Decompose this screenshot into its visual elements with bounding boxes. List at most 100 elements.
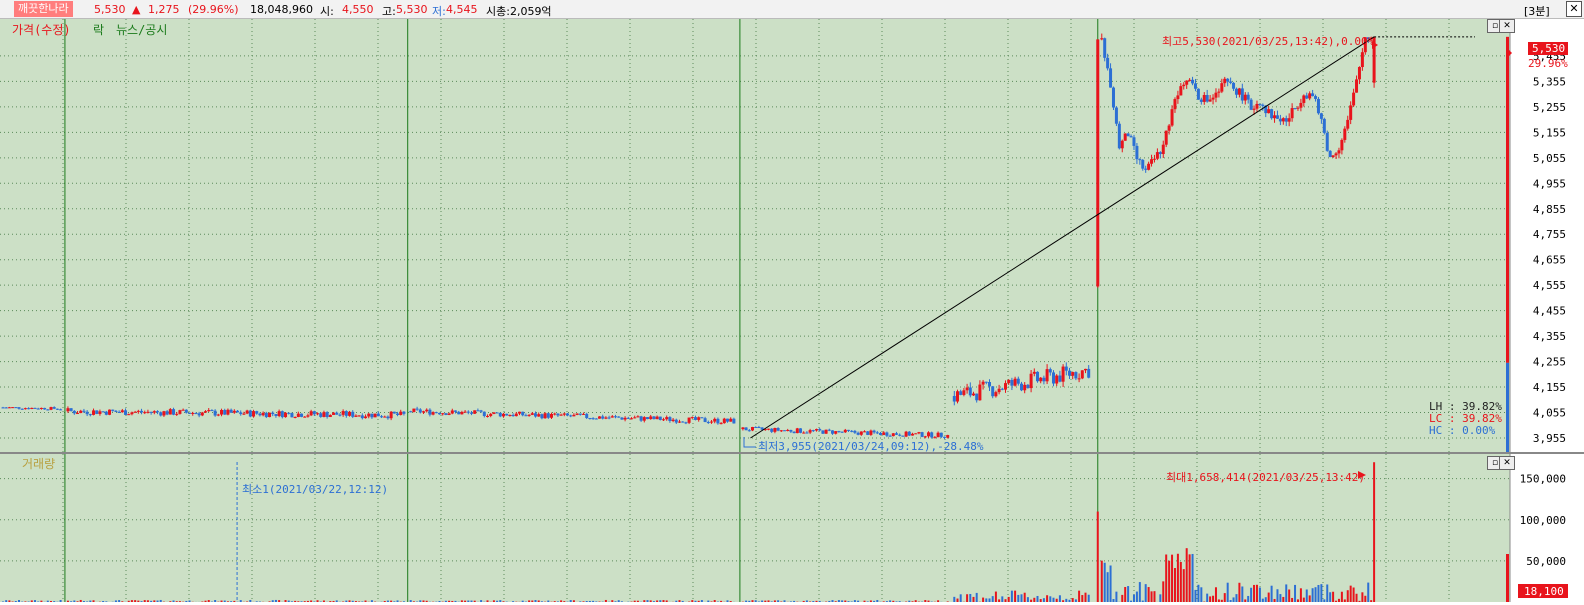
legend-news[interactable]: 뉴스/공시 bbox=[116, 23, 167, 37]
candle bbox=[1071, 372, 1074, 376]
period-selector[interactable]: [3분] bbox=[1524, 3, 1550, 19]
volume-bar bbox=[1303, 598, 1305, 602]
candle bbox=[982, 382, 985, 385]
candle bbox=[1135, 146, 1138, 159]
candle bbox=[290, 413, 293, 417]
candle bbox=[544, 413, 547, 418]
candle bbox=[56, 409, 59, 410]
volume-bar bbox=[1081, 595, 1083, 602]
candle bbox=[441, 413, 444, 414]
volume-bar bbox=[1247, 596, 1249, 602]
candle bbox=[169, 409, 172, 414]
candle bbox=[1296, 108, 1299, 109]
candle bbox=[524, 415, 527, 416]
candle bbox=[1068, 371, 1071, 376]
candle bbox=[624, 418, 627, 420]
candle bbox=[300, 414, 303, 417]
candle bbox=[850, 431, 853, 432]
candle bbox=[697, 417, 700, 420]
candle bbox=[98, 411, 101, 414]
candle bbox=[659, 417, 662, 420]
candle bbox=[905, 432, 908, 437]
candle bbox=[598, 416, 601, 418]
price-tick-label: 4,255 bbox=[1533, 356, 1566, 369]
candle bbox=[1033, 372, 1036, 374]
price-tick-label: 5,055 bbox=[1533, 152, 1566, 165]
candle bbox=[377, 414, 380, 417]
candle bbox=[79, 411, 82, 413]
candle bbox=[274, 414, 277, 416]
candle bbox=[402, 412, 405, 414]
volume-bar bbox=[1136, 592, 1138, 602]
candle bbox=[678, 422, 681, 423]
candle bbox=[310, 411, 313, 415]
candle bbox=[86, 412, 89, 414]
volume-bar bbox=[973, 597, 975, 602]
candle bbox=[1253, 109, 1256, 110]
candle bbox=[313, 411, 316, 414]
volume-bar bbox=[1361, 592, 1363, 602]
candle bbox=[882, 432, 885, 434]
candle bbox=[393, 412, 396, 414]
candle bbox=[53, 407, 56, 409]
candle bbox=[70, 408, 73, 411]
volume-bar bbox=[1165, 554, 1167, 602]
candle bbox=[92, 410, 95, 414]
volume-bar bbox=[1250, 588, 1252, 602]
candle bbox=[1244, 95, 1247, 101]
candle bbox=[18, 407, 21, 409]
candle bbox=[1273, 115, 1276, 118]
candle bbox=[694, 417, 697, 420]
candle bbox=[185, 410, 188, 413]
candle bbox=[572, 415, 575, 416]
candle bbox=[860, 432, 863, 435]
candle bbox=[895, 433, 898, 434]
legend-price[interactable]: 가격(수정) bbox=[12, 23, 71, 37]
candle bbox=[108, 410, 111, 415]
candle bbox=[492, 412, 495, 413]
panel-close-icon[interactable]: ✕ bbox=[1499, 19, 1515, 33]
candle bbox=[124, 410, 127, 415]
volume-bar bbox=[1224, 593, 1226, 602]
volume-panel-close-icon[interactable]: ✕ bbox=[1499, 456, 1515, 470]
candle bbox=[1261, 105, 1264, 106]
candle bbox=[1100, 38, 1103, 39]
candle bbox=[550, 414, 553, 418]
candle bbox=[242, 414, 245, 415]
volume-bar bbox=[1192, 554, 1194, 602]
candle bbox=[528, 415, 531, 416]
candle bbox=[226, 410, 229, 415]
candle bbox=[1343, 129, 1346, 140]
volume-bar bbox=[1271, 586, 1273, 602]
candle bbox=[620, 418, 623, 420]
candle bbox=[175, 414, 178, 415]
candle bbox=[630, 418, 633, 419]
candle bbox=[1311, 93, 1314, 96]
candle bbox=[643, 417, 646, 421]
candle bbox=[43, 408, 46, 409]
candle bbox=[1112, 88, 1115, 108]
legend-lock[interactable]: 락 bbox=[93, 23, 104, 37]
candle bbox=[930, 432, 933, 437]
candle bbox=[1285, 118, 1288, 121]
candle bbox=[646, 417, 649, 419]
candle bbox=[451, 410, 454, 413]
close-icon[interactable]: ✕ bbox=[1566, 1, 1582, 17]
candle bbox=[595, 419, 598, 420]
volume-bar bbox=[1194, 590, 1196, 602]
candle bbox=[812, 430, 815, 431]
volume-bar bbox=[1233, 597, 1235, 602]
current-volume-tag: 18,100 bbox=[1524, 585, 1564, 598]
stock-name[interactable]: 깨끗한나라 bbox=[14, 1, 73, 17]
candle bbox=[287, 413, 290, 414]
volume-bar bbox=[1265, 597, 1267, 602]
legend-volume[interactable]: 거래량 bbox=[22, 457, 55, 471]
candle bbox=[604, 417, 607, 418]
volume-bar bbox=[1356, 594, 1358, 602]
candle bbox=[252, 411, 255, 416]
candle bbox=[159, 412, 162, 415]
candle bbox=[11, 407, 14, 408]
candle bbox=[656, 417, 659, 419]
candle bbox=[805, 433, 808, 434]
candle bbox=[5, 407, 8, 408]
